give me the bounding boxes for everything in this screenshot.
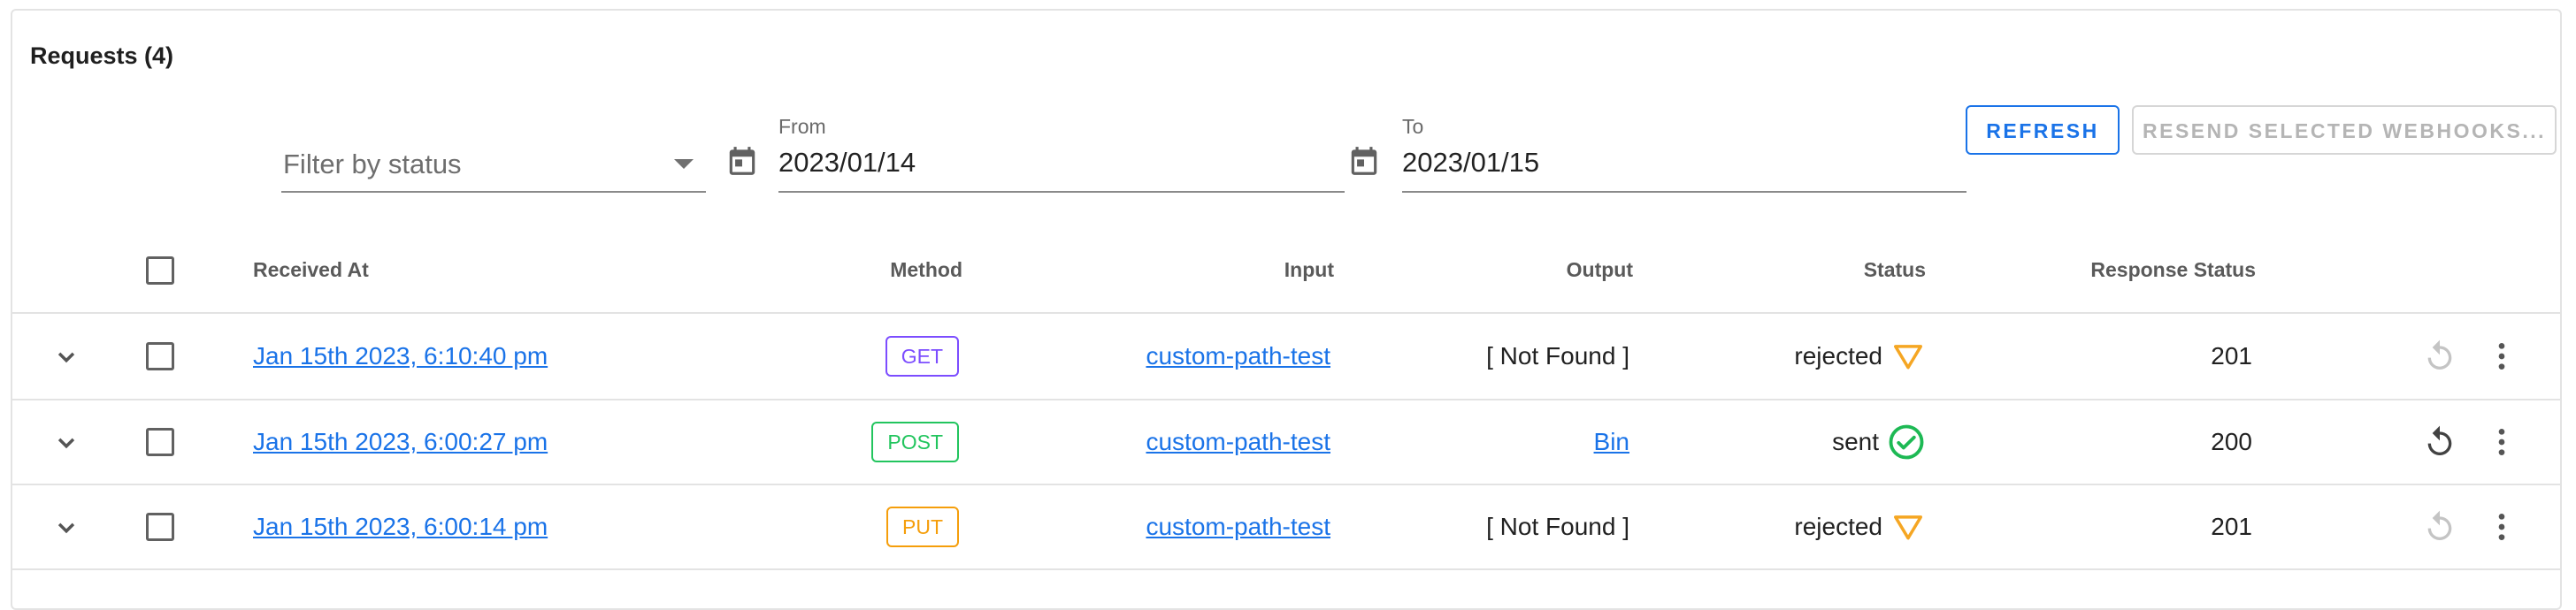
- page-title: Requests (4): [30, 42, 174, 69]
- table-row[interactable]: Jan 15th 2023, 6:10:40 pm GET custom-pat…: [11, 314, 2562, 399]
- to-date-field[interactable]: To 2023/01/15: [1402, 115, 1966, 193]
- to-date-value: 2023/01/15: [1402, 147, 1540, 178]
- method-badge: POST: [871, 422, 959, 462]
- divider: [11, 568, 2562, 570]
- calendar-icon[interactable]: [725, 144, 759, 178]
- status-text: sent: [1832, 428, 1879, 455]
- check-circle-icon: [1889, 424, 1924, 460]
- column-header-received-at[interactable]: Received At: [253, 258, 369, 282]
- column-header-method[interactable]: Method: [890, 258, 962, 282]
- more-vert-icon[interactable]: [2484, 400, 2519, 484]
- status-filter-placeholder: Filter by status: [283, 149, 462, 179]
- status-text: rejected: [1794, 342, 1882, 370]
- refresh-button[interactable]: REFRESH: [1966, 105, 2120, 155]
- input-link[interactable]: custom-path-test: [1146, 513, 1330, 541]
- output-link[interactable]: Bin: [1594, 428, 1629, 456]
- received-at-link[interactable]: Jan 15th 2023, 6:10:40 pm: [253, 342, 548, 370]
- chevron-down-icon: [674, 159, 694, 169]
- status-filter-select[interactable]: Filter by status: [281, 133, 706, 193]
- from-date-field[interactable]: From 2023/01/14: [778, 115, 1345, 193]
- column-header-output[interactable]: Output: [1567, 258, 1633, 282]
- response-status: 201: [2211, 513, 2252, 540]
- output-text: [ Not Found ]: [1486, 342, 1629, 370]
- more-vert-icon[interactable]: [2484, 314, 2519, 399]
- chevron-down-icon[interactable]: [50, 400, 83, 484]
- warning-triangle-icon: [1894, 515, 1922, 540]
- resend-icon[interactable]: [2422, 484, 2457, 569]
- input-link[interactable]: custom-path-test: [1146, 428, 1330, 456]
- method-badge: GET: [885, 336, 959, 377]
- row-checkbox[interactable]: [146, 513, 174, 541]
- response-status: 200: [2211, 428, 2252, 455]
- output-text: [ Not Found ]: [1486, 513, 1629, 540]
- row-checkbox[interactable]: [146, 428, 174, 456]
- resend-webhooks-button[interactable]: RESEND SELECTED WEBHOOKS...: [2132, 105, 2557, 155]
- received-at-link[interactable]: Jan 15th 2023, 6:00:27 pm: [253, 428, 548, 456]
- status-text: rejected: [1794, 513, 1882, 540]
- column-header-status[interactable]: Status: [1864, 258, 1926, 282]
- resend-icon[interactable]: [2422, 400, 2457, 484]
- response-status: 201: [2211, 342, 2252, 370]
- received-at-link[interactable]: Jan 15th 2023, 6:00:14 pm: [253, 513, 548, 541]
- method-badge: PUT: [886, 507, 959, 547]
- select-all-checkbox[interactable]: [146, 256, 174, 285]
- table-row[interactable]: Jan 15th 2023, 6:00:27 pm POST custom-pa…: [11, 400, 2562, 484]
- more-vert-icon[interactable]: [2484, 484, 2519, 569]
- table-row[interactable]: Jan 15th 2023, 6:00:14 pm PUT custom-pat…: [11, 484, 2562, 569]
- column-header-input[interactable]: Input: [1284, 258, 1334, 282]
- to-date-label: To: [1402, 115, 1424, 138]
- row-checkbox[interactable]: [146, 342, 174, 370]
- calendar-icon[interactable]: [1347, 144, 1381, 178]
- input-link[interactable]: custom-path-test: [1146, 342, 1330, 370]
- resend-icon[interactable]: [2422, 314, 2457, 399]
- chevron-down-icon[interactable]: [50, 484, 83, 569]
- from-date-value: 2023/01/14: [778, 147, 916, 178]
- from-date-label: From: [778, 115, 826, 138]
- chevron-down-icon[interactable]: [50, 314, 83, 399]
- column-header-response-status[interactable]: Response Status: [2090, 258, 2256, 282]
- warning-triangle-icon: [1894, 345, 1922, 370]
